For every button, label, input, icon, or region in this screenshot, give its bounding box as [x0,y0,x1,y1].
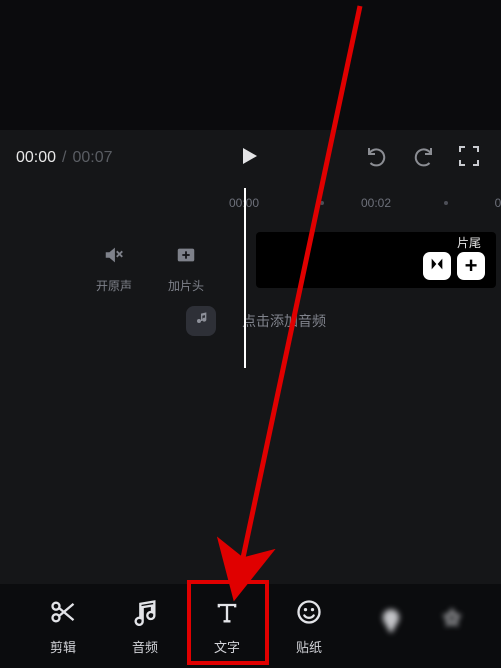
original-sound-label: 开原声 [96,277,132,294]
sticker-face-icon [294,597,324,627]
redo-button[interactable] [411,144,439,172]
audio-track-icon-box[interactable] [186,306,216,336]
time-current: 00:00 [16,149,56,167]
ruler-label-2: 0 [495,196,501,210]
tool-text-label: 文字 [214,637,240,656]
tool-audio-label: 音频 [132,637,158,656]
timeline-ruler[interactable]: 00:00 00:02 0 [0,196,501,216]
transition-icon [429,256,445,277]
bottom-toolbar: 剪辑 音频 文字 贴纸 [0,584,501,668]
effect-icon [437,606,467,636]
overlay-icon [376,606,406,636]
original-sound-toggle[interactable]: 开原声 [96,244,132,294]
video-preview [0,0,501,130]
play-button[interactable] [236,144,264,172]
add-clip-button[interactable]: + [457,252,485,280]
redo-icon [411,155,435,172]
undo-icon [365,155,389,172]
add-audio-hint[interactable]: 点击添加音频 [242,311,326,331]
music-note-icon [193,311,209,332]
play-icon [236,155,260,172]
aspect-ratio-button[interactable] [457,144,485,172]
playback-row: 00:00 / 00:07 [0,140,501,176]
ruler-dot [444,201,448,205]
scissors-icon [48,597,78,627]
speaker-muted-icon [103,244,125,271]
clip-end-label: 片尾 [457,234,481,251]
tool-effect[interactable] [432,606,472,646]
time-total: 00:07 [73,149,113,167]
plus-badge-icon [175,244,197,271]
tool-edit-label: 剪辑 [50,637,76,656]
playhead[interactable] [244,188,246,368]
tool-text[interactable]: 文字 [186,597,268,656]
clip-transition-button[interactable] [423,252,451,280]
tool-edit[interactable]: 剪辑 [22,597,104,656]
add-intro-label: 加片头 [168,277,204,294]
ruler-dot [320,201,324,205]
tool-audio[interactable]: 音频 [104,597,186,656]
time-separator: / [62,149,66,167]
tool-sticker-label: 贴纸 [296,637,322,656]
tool-sticker[interactable]: 贴纸 [268,597,350,656]
undo-button[interactable] [365,144,393,172]
add-intro-button[interactable]: 加片头 [168,244,204,294]
music-icon [130,597,160,627]
text-icon [212,597,242,627]
ruler-label-1: 00:02 [361,196,391,210]
aspect-ratio-icon [457,155,481,172]
tool-overlay[interactable] [350,606,432,646]
